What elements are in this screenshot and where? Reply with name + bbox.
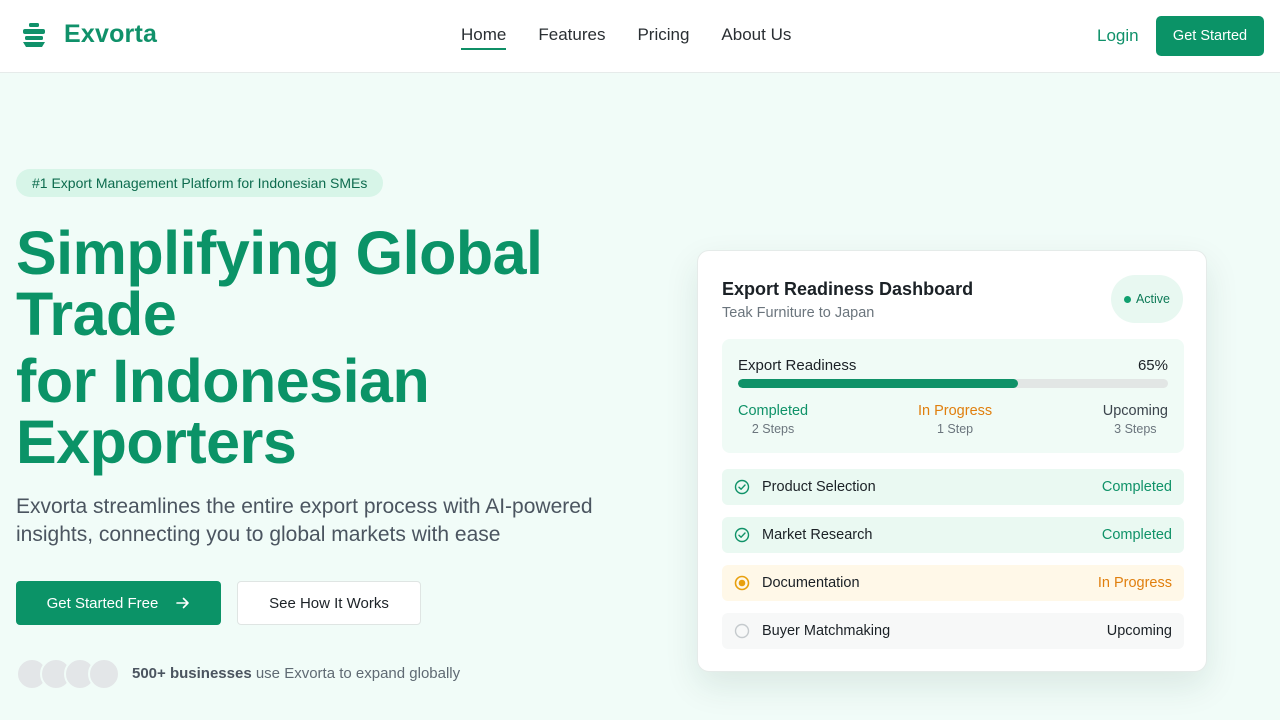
- hero-section: #1 Export Management Platform for Indone…: [0, 73, 1280, 720]
- status-dot-icon: [1123, 295, 1131, 303]
- stat-in-progress-count: 1 Step: [937, 422, 974, 436]
- brand-name: Exvorta: [64, 20, 158, 48]
- step-market-research[interactable]: Market Research Completed: [722, 517, 1184, 553]
- readiness-label: Export Readiness: [738, 357, 857, 374]
- readiness-progress-bar: [738, 379, 1168, 388]
- readiness-progress-panel: Export Readiness 65% Completed 2 Steps I…: [722, 339, 1184, 453]
- see-how-it-works-button[interactable]: See How It Works: [237, 581, 421, 625]
- step-status: Completed: [1101, 479, 1172, 495]
- dashboard-title: Export Readiness Dashboard: [722, 279, 974, 299]
- nav-link-features[interactable]: Features: [538, 25, 605, 50]
- stat-completed-label: Completed: [738, 403, 809, 419]
- export-readiness-card: Export Readiness Dashboard Teak Furnitur…: [697, 250, 1207, 672]
- avatar: [88, 658, 120, 690]
- nav-link-pricing[interactable]: Pricing: [637, 25, 689, 50]
- stat-in-progress: In Progress 1 Step: [918, 403, 992, 436]
- readiness-percent: 65%: [1137, 357, 1168, 374]
- hero-badge: #1 Export Management Platform for Indone…: [16, 169, 384, 197]
- ship-logo-icon: [20, 21, 48, 49]
- step-status: Upcoming: [1106, 623, 1172, 639]
- hero-headline: Simplifying Global Trade for Indonesian …: [16, 223, 656, 473]
- social-proof-text: 500+ businesses use Exvorta to expand gl…: [132, 665, 460, 682]
- get-started-free-button[interactable]: Get Started Free: [16, 581, 221, 625]
- stat-completed: Completed 2 Steps: [738, 403, 808, 436]
- stat-upcoming-count: 3 Steps: [1114, 422, 1157, 436]
- empty-circle-icon: [734, 623, 750, 639]
- step-name: Buyer Matchmaking: [762, 623, 891, 639]
- readiness-progress-fill: [738, 379, 1018, 388]
- step-status: In Progress: [1097, 575, 1172, 591]
- customer-avatars: [16, 658, 120, 690]
- in-progress-radio-icon: [734, 575, 750, 591]
- check-circle-icon: [734, 479, 750, 495]
- arrow-right-icon: [176, 596, 190, 610]
- nav-link-about-us[interactable]: About Us: [721, 25, 791, 50]
- top-navbar: Exvorta Home Features Pricing About Us L…: [0, 0, 1280, 73]
- stat-in-progress-label: In Progress: [918, 403, 993, 419]
- step-status: Completed: [1101, 527, 1172, 543]
- social-proof-rest: use Exvorta to expand globally: [251, 665, 461, 682]
- nav-link-home[interactable]: Home: [461, 25, 507, 50]
- step-name: Market Research: [762, 527, 873, 543]
- headline-line-2: for Indonesian Exporters: [16, 347, 430, 476]
- step-product-selection[interactable]: Product Selection Completed: [722, 469, 1184, 505]
- brand-logo[interactable]: Exvorta: [20, 20, 157, 49]
- get-started-free-label: Get Started Free: [46, 594, 159, 612]
- step-buyer-matchmaking[interactable]: Buyer Matchmaking Upcoming: [722, 613, 1184, 649]
- login-link[interactable]: Login: [1097, 26, 1139, 46]
- get-started-button[interactable]: Get Started: [1156, 16, 1264, 56]
- main-nav: Home Features Pricing About Us: [461, 25, 823, 50]
- stat-completed-count: 2 Steps: [751, 422, 795, 436]
- social-proof-count: 500+ businesses: [132, 665, 252, 682]
- dashboard-subtitle: Teak Furniture to Japan: [722, 305, 875, 321]
- stat-upcoming: Upcoming 3 Steps: [1103, 403, 1168, 436]
- step-documentation[interactable]: Documentation In Progress: [722, 565, 1184, 601]
- check-circle-icon: [734, 527, 750, 543]
- headline-line-1: Simplifying Global Trade: [16, 219, 543, 348]
- status-badge: Active: [1111, 275, 1183, 323]
- status-label: Active: [1135, 292, 1171, 306]
- step-name: Documentation: [762, 575, 860, 591]
- step-name: Product Selection: [762, 479, 876, 495]
- stat-upcoming-label: Upcoming: [1102, 403, 1168, 419]
- hero-subheadline: Exvorta streamlines the entire export pr…: [16, 495, 593, 546]
